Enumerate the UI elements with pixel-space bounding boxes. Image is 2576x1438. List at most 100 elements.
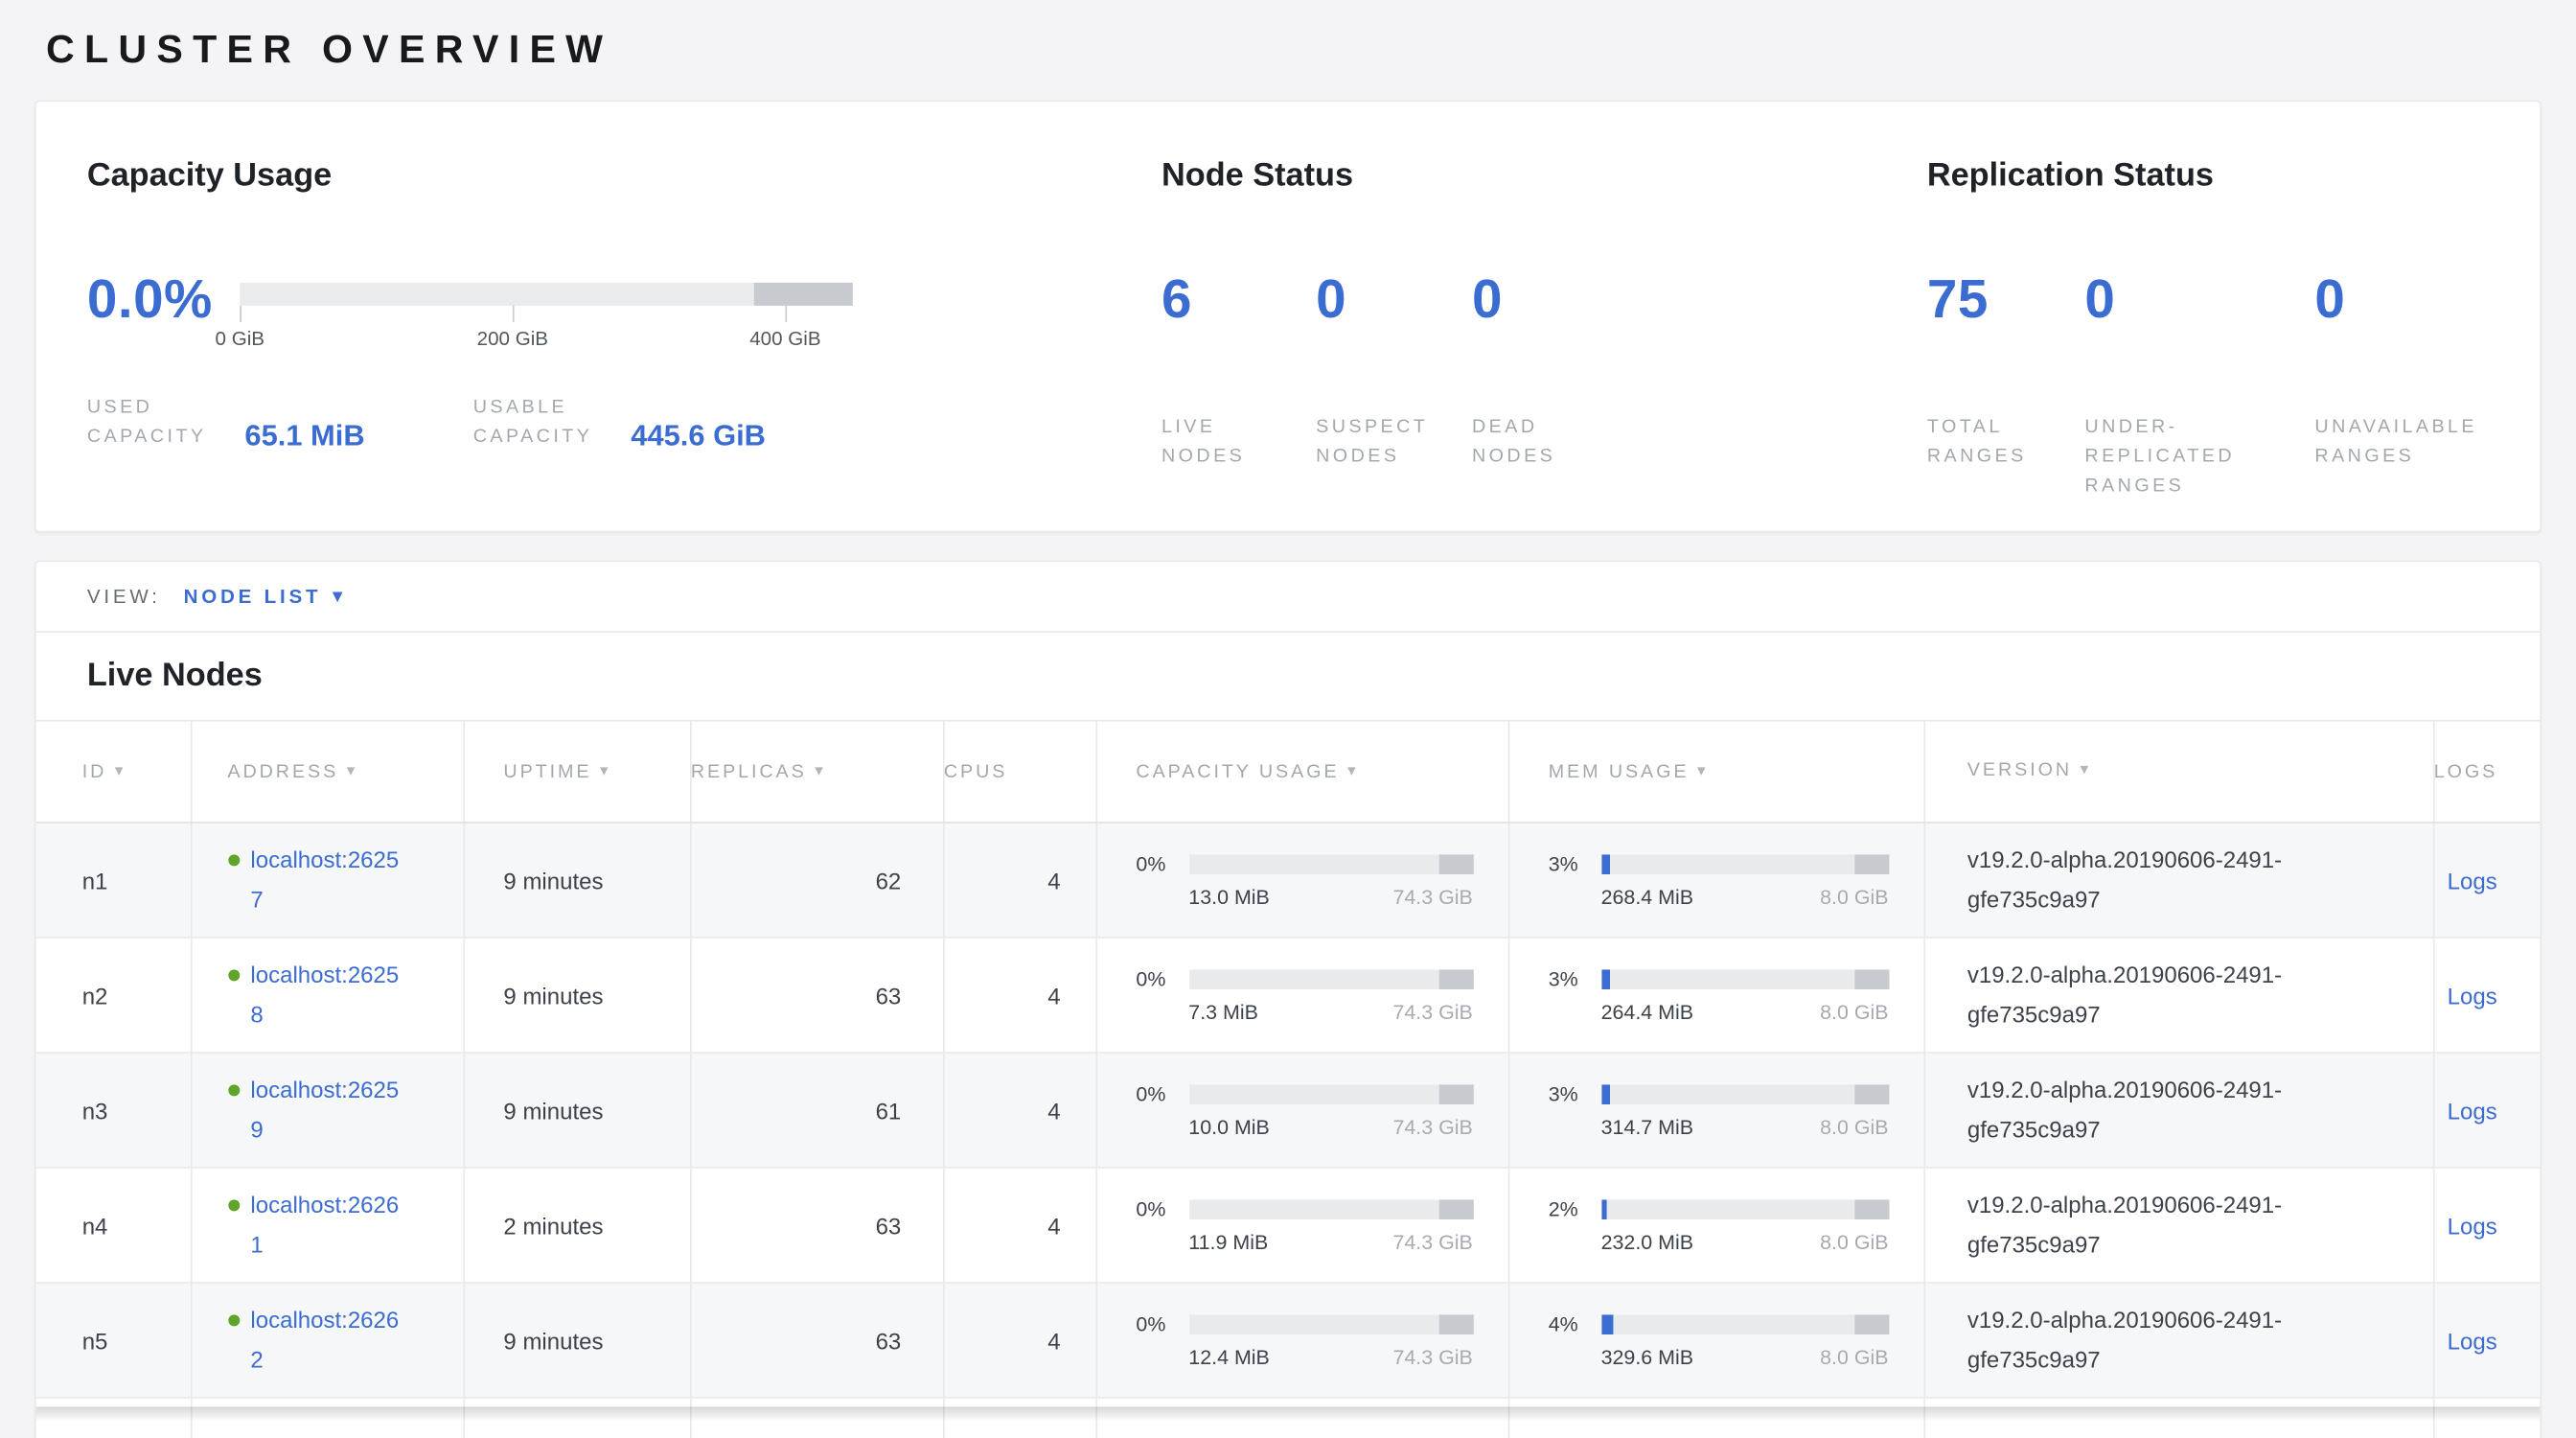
node-uptime-cell: 9 minutes: [463, 823, 690, 938]
node-logs-link[interactable]: Logs: [2448, 1212, 2497, 1238]
memory-percent: 3%: [1549, 1082, 1601, 1105]
column-label: ID: [82, 762, 107, 782]
node-address-link[interactable]: localhost:26261: [250, 1186, 409, 1264]
usable-capacity-value: 445.6 GiB: [631, 419, 766, 452]
column-header-capacity-usage[interactable]: CAPACITY USAGE▾: [1095, 721, 1507, 823]
tick-line: [240, 306, 242, 322]
node-replicas-cell: 63: [690, 1283, 943, 1398]
column-header-version[interactable]: VERSION▾: [1923, 721, 2432, 823]
node-version-cell: v19.2.0-alpha.20190606-2491-gfe735c9a97: [1923, 1283, 2432, 1398]
node-replicas: 63: [876, 982, 902, 1008]
column-label: MEM USAGE: [1549, 762, 1690, 782]
tick-line: [513, 306, 515, 322]
node-cpus: 4: [1047, 1097, 1060, 1123]
node-id-cell: n3: [36, 1053, 191, 1168]
node-list-card: VIEW: NODE LIST ▾ Live Nodes ID▾ ADDRESS: [34, 561, 2542, 1438]
live-nodes-count: 6: [1162, 271, 1316, 326]
node-memory-cell: 3% 314.7 MiB 8.0 GiB: [1508, 1053, 1924, 1168]
node-replicas-cell: 61: [690, 1053, 943, 1168]
memory-used-value: 264.4 MiB: [1601, 1000, 1693, 1023]
column-header-uptime[interactable]: UPTIME▾: [463, 721, 690, 823]
node-address-cell: localhost:26261: [191, 1168, 464, 1283]
node-version: v19.2.0-alpha.20190606-2491-gfe735c9a97: [1967, 1078, 2282, 1142]
view-selector-bar: VIEW: NODE LIST ▾: [36, 562, 2541, 633]
capacity-usage-bar: [1188, 854, 1473, 874]
node-capacity-cell: 0% 10.0 MiB 74.3 GiB: [1095, 1053, 1507, 1168]
sort-arrow-icon: ▾: [347, 762, 358, 780]
used-capacity-stat: USED CAPACITY 65.1 MiB: [87, 393, 473, 452]
node-version: v19.2.0-alpha.20190606-2491-gfe735c9a97: [1967, 1193, 2282, 1257]
view-dropdown[interactable]: NODE LIST ▾: [184, 585, 346, 608]
node-live-status-icon: [227, 1314, 239, 1326]
used-capacity-label: USED CAPACITY: [87, 393, 225, 452]
cluster-summary-card: Capacity Usage 0.0% 0 GiB 200 GiB: [34, 101, 2542, 533]
node-uptime: 9 minutes: [503, 1097, 603, 1123]
memory-used-value: 329.6 MiB: [1601, 1345, 1693, 1368]
capacity-used-value: 12.4 MiB: [1188, 1345, 1270, 1368]
node-replicas: 62: [876, 867, 902, 893]
node-id: n2: [82, 982, 108, 1008]
empty-cell: [36, 1398, 191, 1438]
suspect-nodes-stat: 0 SUSPECT NODES: [1316, 271, 1472, 472]
node-address-link[interactable]: localhost:26262: [250, 1301, 409, 1380]
node-address-cell: localhost:26262: [191, 1283, 464, 1398]
empty-cell: [690, 1398, 943, 1438]
node-cpus: 4: [1047, 1327, 1060, 1353]
column-header-address[interactable]: ADDRESS▾: [191, 721, 464, 823]
dead-nodes-count: 0: [1472, 271, 1587, 326]
node-logs-link[interactable]: Logs: [2448, 867, 2497, 893]
node-address-link[interactable]: localhost:26257: [250, 841, 409, 919]
memory-usage-bar: [1601, 1084, 1889, 1104]
node-address-link[interactable]: localhost:26258: [250, 956, 409, 1034]
node-cpus: 4: [1047, 982, 1060, 1008]
sort-arrow-icon: ▾: [2081, 761, 2092, 779]
table-header-row: ID▾ ADDRESS▾ UPTIME▾ REPLICAS▾ CPUS: [36, 721, 2542, 823]
column-header-mem-usage[interactable]: MEM USAGE▾: [1508, 721, 1924, 823]
node-logs-link[interactable]: Logs: [2448, 1327, 2497, 1353]
column-label: CAPACITY USAGE: [1136, 762, 1339, 782]
node-uptime-cell: 9 minutes: [463, 1283, 690, 1398]
node-replicas-cell: 62: [690, 823, 943, 938]
node-version-cell: v19.2.0-alpha.20190606-2491-gfe735c9a97: [1923, 823, 2432, 938]
node-id: n1: [82, 867, 108, 893]
node-version: v19.2.0-alpha.20190606-2491-gfe735c9a97: [1967, 1308, 2282, 1372]
memory-total-value: 8.0 GiB: [1820, 1000, 1888, 1023]
node-cpus-cell: 4: [943, 1168, 1095, 1283]
node-replicas-cell: 63: [690, 1168, 943, 1283]
memory-usage-bar: [1601, 1314, 1889, 1334]
capacity-usage-title: Capacity Usage: [87, 158, 1162, 196]
capacity-usage-bar: [1188, 1199, 1473, 1219]
sort-arrow-icon: ▾: [815, 762, 826, 780]
node-address-link[interactable]: localhost:26259: [250, 1071, 409, 1149]
memory-percent: 3%: [1549, 852, 1601, 875]
column-header-replicas[interactable]: REPLICAS▾: [690, 721, 943, 823]
capacity-total-value: 74.3 GiB: [1392, 1000, 1472, 1023]
empty-cell: [943, 1398, 1095, 1438]
table-row: n1 localhost:26257 9 minutes 62 4 0% 13.…: [36, 823, 2542, 938]
empty-cell: [1923, 1398, 2432, 1438]
node-logs-link[interactable]: Logs: [2448, 1097, 2497, 1123]
node-uptime-cell: 9 minutes: [463, 1053, 690, 1168]
memory-bar-reserved-segment: [1854, 1314, 1889, 1334]
capacity-bar-nonusable-segment: [1438, 1314, 1473, 1334]
memory-bar-reserved-segment: [1854, 1084, 1889, 1104]
memory-used-value: 314.7 MiB: [1601, 1115, 1693, 1138]
node-logs-cell: Logs: [2433, 1283, 2542, 1398]
memory-usage-bar: [1601, 1199, 1889, 1219]
column-header-id[interactable]: ID▾: [36, 721, 191, 823]
node-uptime: 9 minutes: [503, 982, 603, 1008]
node-id-cell: n5: [36, 1283, 191, 1398]
memory-bar-reserved-segment: [1854, 969, 1889, 989]
capacity-total-value: 74.3 GiB: [1392, 1230, 1472, 1253]
unavailable-ranges-count: 0: [2314, 271, 2498, 326]
node-logs-link[interactable]: Logs: [2448, 982, 2497, 1008]
dead-nodes-stat: 0 DEAD NODES: [1472, 271, 1587, 472]
chevron-down-icon: ▾: [333, 588, 345, 606]
table-row-partial: [36, 1398, 2542, 1438]
node-id-cell: n4: [36, 1168, 191, 1283]
memory-total-value: 8.0 GiB: [1820, 1115, 1888, 1138]
node-logs-cell: Logs: [2433, 823, 2542, 938]
capacity-percent: 0%: [1136, 1082, 1188, 1105]
node-logs-cell: Logs: [2433, 1168, 2542, 1283]
capacity-bar-nonusable-segment: [1438, 969, 1473, 989]
